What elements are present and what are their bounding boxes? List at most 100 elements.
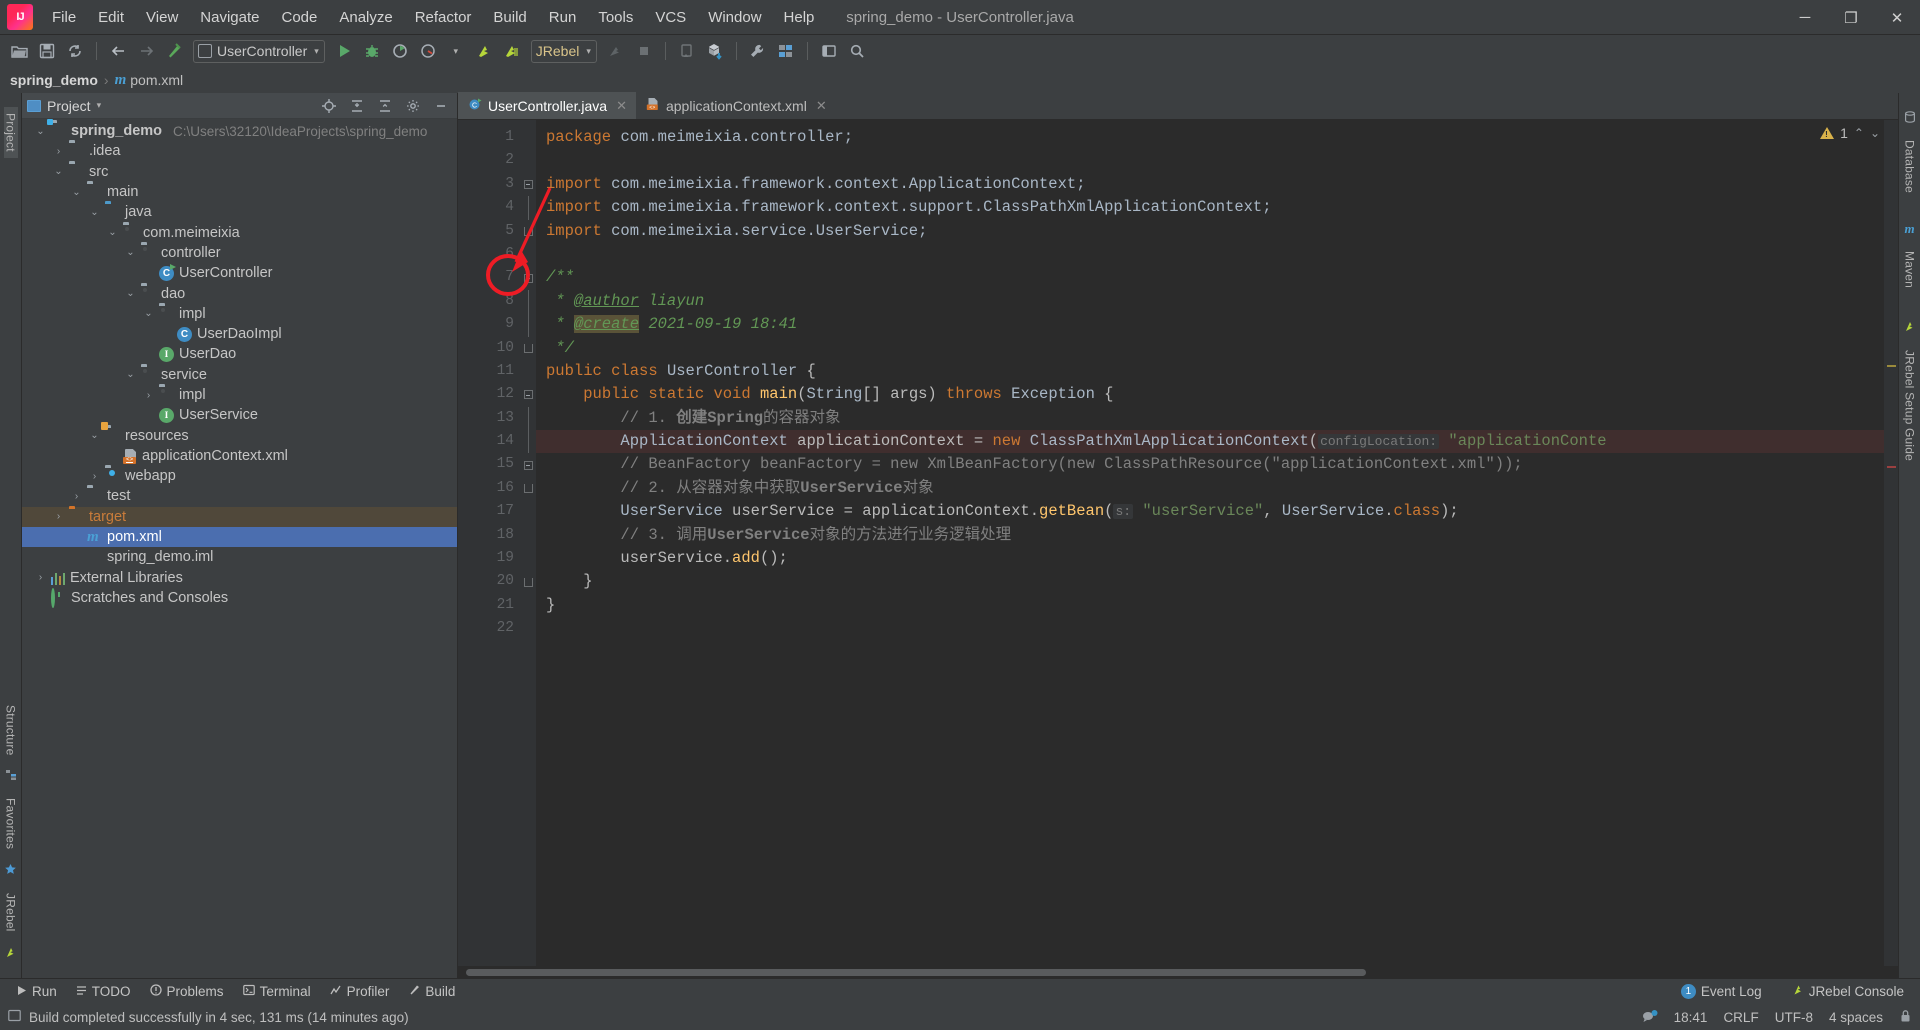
- sidebar-item-jrebel[interactable]: JRebel: [4, 887, 18, 938]
- chevron-right-icon[interactable]: ›: [34, 572, 47, 583]
- sidebar-item-database[interactable]: Database: [1903, 134, 1917, 199]
- maximize-button[interactable]: ❐: [1828, 0, 1874, 35]
- menu-navigate[interactable]: Navigate: [189, 0, 270, 34]
- status-message[interactable]: Build completed successfully in 4 sec, 1…: [29, 1010, 409, 1025]
- tree-item-userservice[interactable]: I UserService: [22, 405, 457, 425]
- close-button[interactable]: ✕: [1874, 0, 1920, 35]
- tree-item-main[interactable]: ⌄ main: [22, 182, 457, 202]
- code-line-8[interactable]: * @author liayun: [536, 290, 1898, 313]
- chevron-down-icon[interactable]: ⌄: [88, 207, 101, 218]
- code-line-2[interactable]: [536, 149, 1898, 172]
- tree-item-spring-demo[interactable]: ⌄ spring_demo C:\Users\32120\IdeaProjects\…: [22, 121, 457, 141]
- code-content[interactable]: package com.meimeixia.controller; import…: [536, 120, 1898, 966]
- gutter-line-3[interactable]: 3: [458, 173, 520, 196]
- code-line-11[interactable]: public class UserController {: [536, 360, 1898, 383]
- hide-panel-icon[interactable]: [430, 95, 452, 117]
- gutter-line-4[interactable]: 4: [458, 196, 520, 219]
- chevron-right-icon[interactable]: ›: [52, 511, 65, 522]
- sidebar-item-favorites[interactable]: Favorites: [4, 792, 18, 855]
- tool-window-event-log[interactable]: 1 Event Log: [1673, 982, 1770, 1001]
- code-line-3[interactable]: import com.meimeixia.framework.context.A…: [536, 173, 1898, 196]
- code-line-16[interactable]: // 2. 从容器对象中获取UserService对象: [536, 477, 1898, 500]
- status-encoding[interactable]: UTF-8: [1775, 1010, 1813, 1025]
- chevron-down-icon[interactable]: ⌄: [70, 187, 83, 198]
- gutter-line-9[interactable]: 9: [458, 313, 520, 336]
- gear-icon[interactable]: [402, 95, 424, 117]
- fold-marker-11[interactable]: [520, 360, 536, 383]
- chevron-down-icon[interactable]: ⌄: [1870, 126, 1880, 140]
- menu-analyze[interactable]: Analyze: [328, 0, 403, 34]
- jrebel-debug-icon[interactable]: [499, 38, 525, 64]
- fold-end-icon[interactable]: [523, 484, 533, 494]
- fold-collapse-icon[interactable]: [523, 390, 533, 400]
- fold-marker-13[interactable]: [520, 406, 536, 431]
- gutter-line-17[interactable]: 17: [458, 500, 520, 523]
- fold-marker-20[interactable]: [520, 570, 536, 593]
- menu-help[interactable]: Help: [773, 0, 826, 34]
- code-line-12[interactable]: public static void main(String[] args) t…: [536, 383, 1898, 406]
- tree-item-dao[interactable]: ⌄ dao: [22, 283, 457, 303]
- menu-build[interactable]: Build: [482, 0, 537, 34]
- gutter-line-21[interactable]: 21: [458, 594, 520, 617]
- tree-item-userdao[interactable]: I UserDao: [22, 344, 457, 364]
- project-tree[interactable]: ⌄ spring_demo C:\Users\32120\IdeaProjects\…: [22, 119, 457, 978]
- code-line-9[interactable]: * @create 2021-09-19 18:41: [536, 313, 1898, 336]
- fold-end-icon[interactable]: [523, 577, 533, 587]
- tab-applicationcontext-xml[interactable]: <> applicationContext.xml ✕: [636, 92, 836, 119]
- debug-icon[interactable]: [359, 38, 385, 64]
- gutter-line-11[interactable]: 11: [458, 360, 539, 383]
- menu-edit[interactable]: Edit: [87, 0, 135, 34]
- chevron-right-icon[interactable]: ›: [88, 471, 101, 482]
- gutter-line-16[interactable]: 16: [458, 477, 520, 500]
- sidebar-item-structure[interactable]: Structure: [4, 699, 18, 762]
- tree-item-applicationcontext-xml[interactable]: <> applicationContext.xml: [22, 446, 457, 466]
- fold-marker-12[interactable]: [520, 383, 536, 406]
- chevron-down-icon[interactable]: ▾: [97, 100, 102, 111]
- gutter-line-12[interactable]: 12: [458, 383, 539, 406]
- fold-marker-14[interactable]: [520, 430, 536, 454]
- fold-marker-9[interactable]: [520, 313, 536, 337]
- tree-item-service[interactable]: ⌄ service: [22, 365, 457, 385]
- code-line-13[interactable]: // 1. 创建Spring的容器对象: [536, 407, 1898, 430]
- menu-vcs[interactable]: VCS: [644, 0, 697, 34]
- fold-marker-16[interactable]: [520, 477, 536, 500]
- chevron-right-icon[interactable]: ›: [52, 146, 65, 157]
- fold-marker-2[interactable]: [520, 149, 536, 172]
- code-line-7[interactable]: /**: [536, 266, 1898, 289]
- chevron-right-icon[interactable]: ›: [142, 390, 155, 401]
- editor-gutter[interactable]: 1 2 3 4 5 6 7 8 9 10 11 12 13 14 15 16 17 18 19 20 21 22: [458, 120, 542, 966]
- collapse-all-icon[interactable]: [374, 95, 396, 117]
- fold-collapse-icon[interactable]: [523, 273, 533, 283]
- fold-marker-15[interactable]: [520, 453, 536, 476]
- gutter-line-2[interactable]: 2: [458, 149, 520, 172]
- fold-end-icon[interactable]: [523, 226, 533, 236]
- menu-file[interactable]: File: [41, 0, 87, 34]
- fold-marker-6[interactable]: [520, 243, 536, 266]
- fold-marker-17[interactable]: [520, 500, 536, 523]
- open-folder-icon[interactable]: [6, 38, 32, 64]
- fold-marker-1[interactable]: [520, 126, 536, 149]
- minimize-button[interactable]: ─: [1782, 0, 1828, 35]
- forward-arrow-icon[interactable]: [133, 38, 159, 64]
- code-line-5[interactable]: import com.meimeixia.service.UserService…: [536, 220, 1898, 243]
- tree-item-scratches-and-consoles[interactable]: Scratches and Consoles: [22, 587, 457, 608]
- chevron-up-icon[interactable]: ⌃: [1854, 126, 1864, 140]
- menu-code[interactable]: Code: [270, 0, 328, 34]
- status-indent[interactable]: 4 spaces: [1829, 1010, 1883, 1025]
- editor-horizontal-scrollbar[interactable]: [458, 966, 1898, 978]
- locate-target-icon[interactable]: [318, 95, 340, 117]
- fold-marker-5[interactable]: [520, 220, 536, 243]
- chevron-down-icon[interactable]: ⌄: [88, 430, 101, 441]
- tree-item-impl[interactable]: › impl: [22, 385, 457, 405]
- sync-icon[interactable]: [62, 38, 88, 64]
- menu-tools[interactable]: Tools: [587, 0, 644, 34]
- fold-marker-21[interactable]: [520, 594, 536, 617]
- code-folding-column[interactable]: [520, 120, 536, 966]
- tree-item-idea[interactable]: › .idea: [22, 141, 457, 161]
- profiler-icon[interactable]: [415, 38, 441, 64]
- tree-item-java[interactable]: ⌄ java: [22, 202, 457, 222]
- inspection-widget[interactable]: 1 ⌃ ⌄: [1820, 125, 1880, 141]
- tree-item-external-libraries[interactable]: › External Libraries: [22, 568, 457, 588]
- fold-marker-19[interactable]: [520, 547, 536, 570]
- editor-marker-bar[interactable]: [1884, 120, 1898, 966]
